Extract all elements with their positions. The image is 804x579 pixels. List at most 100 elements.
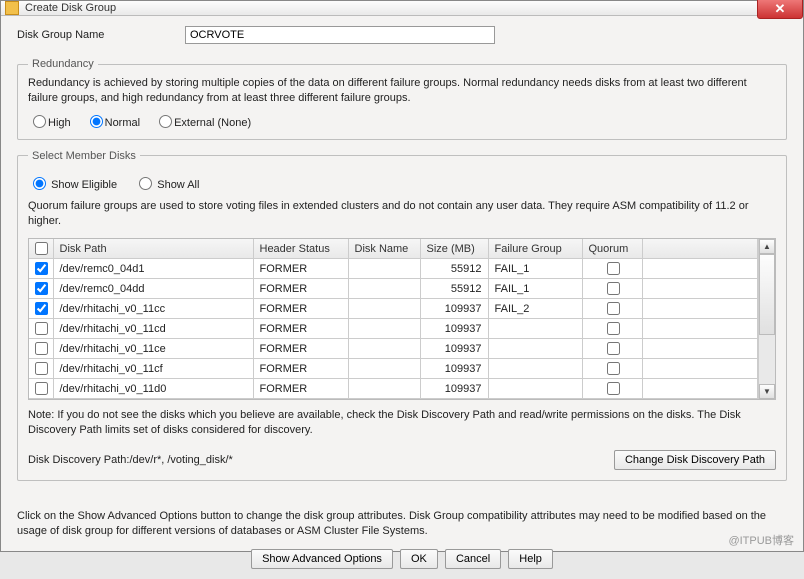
redundancy-fieldset: Redundancy Redundancy is achieved by sto… bbox=[17, 58, 787, 140]
cell-disk-path: /dev/rhitachi_v0_11d0 bbox=[53, 379, 253, 399]
titlebar: Create Disk Group ✕ bbox=[1, 1, 803, 16]
dialog-footer: Click on the Show Advanced Options butto… bbox=[1, 499, 803, 579]
col-disk-path[interactable]: Disk Path bbox=[53, 239, 253, 259]
table-row[interactable]: /dev/rhitachi_v0_11cfFORMER 109937 bbox=[29, 359, 758, 379]
col-header-status[interactable]: Header Status bbox=[253, 239, 348, 259]
table-row[interactable]: /dev/remc0_04d1FORMER 55912FAIL_1 bbox=[29, 259, 758, 279]
cell-disk-path: /dev/rhitachi_v0_11cd bbox=[53, 319, 253, 339]
row-checkbox[interactable] bbox=[35, 322, 48, 335]
row-checkbox[interactable] bbox=[35, 342, 48, 355]
cell-header-status: FORMER bbox=[253, 299, 348, 319]
member-legend: Select Member Disks bbox=[28, 150, 140, 162]
col-failure-group[interactable]: Failure Group bbox=[488, 239, 582, 259]
redundancy-option-normal[interactable]: Normal bbox=[85, 117, 140, 129]
scroll-thumb[interactable] bbox=[759, 254, 775, 335]
cell-header-status: FORMER bbox=[253, 339, 348, 359]
discovery-path-label: Disk Discovery Path:/dev/r*, /voting_dis… bbox=[28, 454, 233, 466]
check-all-checkbox[interactable] bbox=[35, 242, 48, 255]
cell-failure-group[interactable]: FAIL_2 bbox=[488, 299, 582, 319]
cell-failure-group[interactable]: FAIL_1 bbox=[488, 279, 582, 299]
cell-failure-group[interactable]: FAIL_1 bbox=[488, 259, 582, 279]
cell-size: 109937 bbox=[420, 359, 488, 379]
cell-failure-group[interactable] bbox=[488, 339, 582, 359]
group-name-label: Disk Group Name bbox=[17, 29, 185, 41]
table-row[interactable]: /dev/rhitachi_v0_11d0FORMER 109937 bbox=[29, 379, 758, 399]
quorum-desc: Quorum failure groups are used to store … bbox=[28, 199, 776, 229]
cell-disk-path: /dev/remc0_04d1 bbox=[53, 259, 253, 279]
cell-header-status: FORMER bbox=[253, 359, 348, 379]
redundancy-radio[interactable] bbox=[90, 115, 103, 128]
discovery-row: Disk Discovery Path:/dev/r*, /voting_dis… bbox=[28, 450, 776, 470]
quorum-checkbox[interactable] bbox=[607, 302, 620, 315]
table-row[interactable]: /dev/remc0_04ddFORMER 55912FAIL_1 bbox=[29, 279, 758, 299]
redundancy-radios: High Normal External (None) bbox=[28, 112, 776, 129]
col-size[interactable]: Size (MB) bbox=[420, 239, 488, 259]
row-checkbox[interactable] bbox=[35, 262, 48, 275]
cell-disk-name bbox=[348, 279, 420, 299]
cell-size: 109937 bbox=[420, 319, 488, 339]
cell-failure-group[interactable] bbox=[488, 379, 582, 399]
scroll-track[interactable] bbox=[759, 254, 775, 384]
show-all-radio[interactable] bbox=[139, 177, 152, 190]
cell-header-status: FORMER bbox=[253, 379, 348, 399]
redundancy-radio[interactable] bbox=[33, 115, 46, 128]
cell-failure-group[interactable] bbox=[488, 359, 582, 379]
cell-header-status: FORMER bbox=[253, 279, 348, 299]
group-name-input[interactable] bbox=[185, 26, 495, 44]
table-row[interactable]: /dev/rhitachi_v0_11ccFORMER109937FAIL_2 bbox=[29, 299, 758, 319]
change-discovery-path-button[interactable]: Change Disk Discovery Path bbox=[614, 450, 776, 470]
member-fieldset: Select Member Disks Show Eligible Show A… bbox=[17, 150, 787, 481]
close-button[interactable]: ✕ bbox=[757, 0, 803, 19]
disk-table: Disk Path Header Status Disk Name Size (… bbox=[29, 239, 758, 399]
cell-disk-path: /dev/rhitachi_v0_11ce bbox=[53, 339, 253, 359]
redundancy-radio[interactable] bbox=[159, 115, 172, 128]
row-checkbox[interactable] bbox=[35, 282, 48, 295]
table-scrollbar[interactable]: ▲ ▼ bbox=[758, 239, 775, 399]
quorum-checkbox[interactable] bbox=[607, 342, 620, 355]
cell-header-status: FORMER bbox=[253, 259, 348, 279]
cell-size: 109937 bbox=[420, 339, 488, 359]
disk-note: Note: If you do not see the disks which … bbox=[28, 408, 776, 438]
show-eligible-radio[interactable] bbox=[33, 177, 46, 190]
cell-size: 109937 bbox=[420, 299, 488, 319]
redundancy-option-external-none-[interactable]: External (None) bbox=[154, 117, 251, 129]
quorum-checkbox[interactable] bbox=[607, 362, 620, 375]
cell-size: 109937 bbox=[420, 379, 488, 399]
scroll-down-icon[interactable]: ▼ bbox=[759, 384, 775, 399]
redundancy-legend: Redundancy bbox=[28, 58, 98, 70]
cell-failure-group[interactable] bbox=[488, 319, 582, 339]
dialog-window: Create Disk Group ✕ Disk Group Name Redu… bbox=[0, 0, 804, 552]
cell-disk-name bbox=[348, 339, 420, 359]
group-name-row: Disk Group Name bbox=[17, 26, 787, 44]
app-icon bbox=[5, 1, 19, 15]
cell-disk-name bbox=[348, 299, 420, 319]
table-row[interactable]: /dev/rhitachi_v0_11ceFORMER 109937 bbox=[29, 339, 758, 359]
row-checkbox[interactable] bbox=[35, 362, 48, 375]
cell-disk-name bbox=[348, 379, 420, 399]
disk-table-wrap: Disk Path Header Status Disk Name Size (… bbox=[28, 238, 776, 400]
dialog-body: Disk Group Name Redundancy Redundancy is… bbox=[1, 16, 803, 499]
member-filter-row: Show Eligible Show All bbox=[28, 174, 776, 191]
quorum-checkbox[interactable] bbox=[607, 322, 620, 335]
cell-disk-path: /dev/remc0_04dd bbox=[53, 279, 253, 299]
table-row[interactable]: /dev/rhitachi_v0_11cdFORMER109937 bbox=[29, 319, 758, 339]
watermark: @ITPUB博客 bbox=[728, 532, 794, 548]
quorum-checkbox[interactable] bbox=[607, 382, 620, 395]
scroll-up-icon[interactable]: ▲ bbox=[759, 239, 775, 254]
col-pad bbox=[642, 239, 758, 259]
row-checkbox[interactable] bbox=[35, 302, 48, 315]
col-disk-name[interactable]: Disk Name bbox=[348, 239, 420, 259]
redundancy-option-high[interactable]: High bbox=[28, 117, 71, 129]
row-checkbox[interactable] bbox=[35, 382, 48, 395]
cell-disk-name bbox=[348, 359, 420, 379]
show-all-label[interactable]: Show All bbox=[134, 179, 199, 191]
col-check-all[interactable] bbox=[29, 239, 53, 259]
quorum-checkbox[interactable] bbox=[607, 262, 620, 275]
cell-disk-name bbox=[348, 259, 420, 279]
show-eligible-label[interactable]: Show Eligible bbox=[28, 179, 120, 191]
cell-size: 55912 bbox=[420, 259, 488, 279]
quorum-checkbox[interactable] bbox=[607, 282, 620, 295]
col-quorum[interactable]: Quorum bbox=[582, 239, 642, 259]
cell-disk-path: /dev/rhitachi_v0_11cf bbox=[53, 359, 253, 379]
cell-size: 55912 bbox=[420, 279, 488, 299]
